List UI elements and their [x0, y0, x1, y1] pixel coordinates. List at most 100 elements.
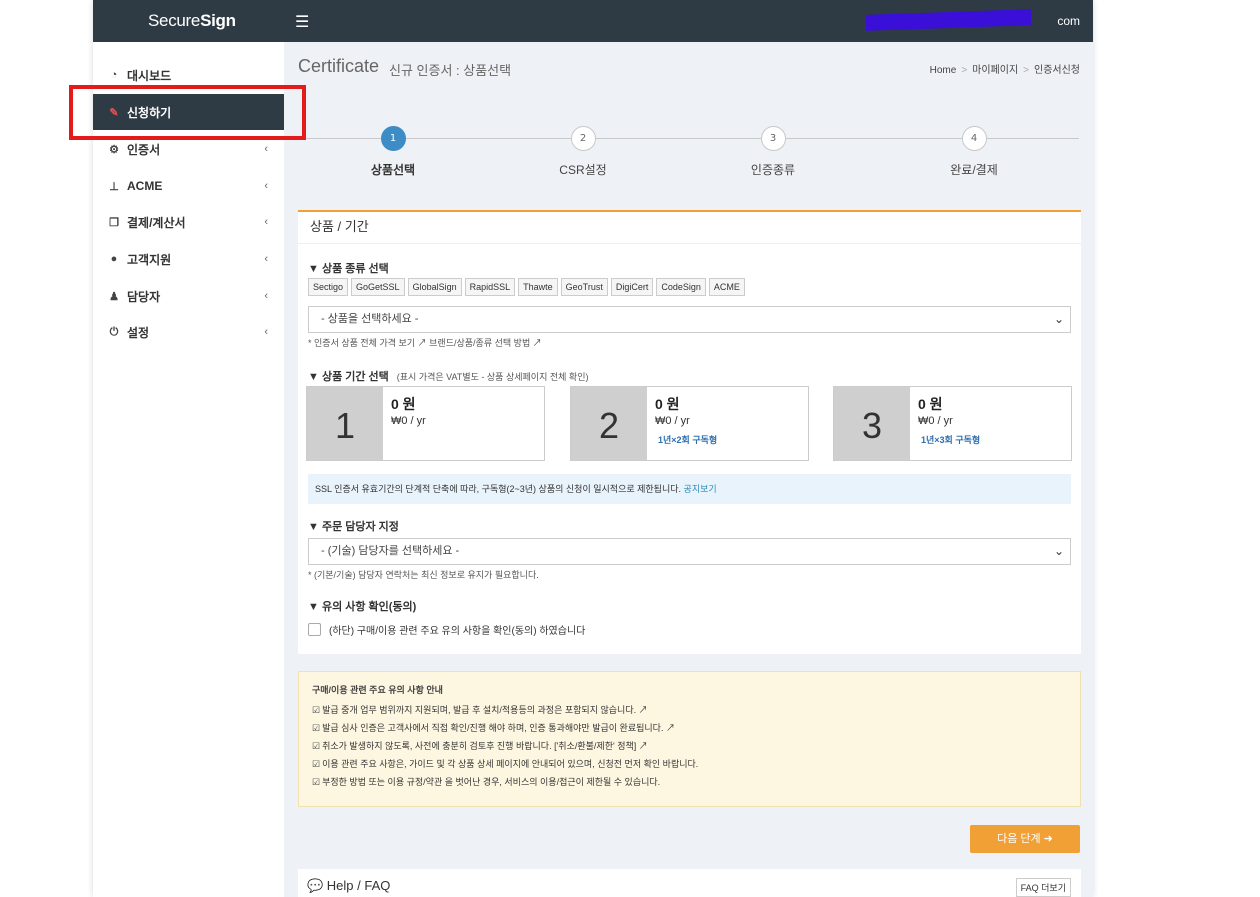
- chevron-down-icon: ⌄: [1053, 544, 1064, 558]
- cogs-icon: ⚙: [109, 143, 119, 156]
- top-bar: SecureSign ☰ com: [93, 0, 1093, 42]
- period-option-3[interactable]: 3 0 원 ₩0 / yr 1년×3회 구독형: [833, 386, 1072, 461]
- step-progress: 1 상품선택 2 CSR설정 3 인증종류 4 완료/결제: [298, 126, 1079, 186]
- price-list-link[interactable]: * 인증서 상품 전체 가격 보기: [308, 338, 415, 348]
- copy-icon: ❐: [109, 216, 119, 229]
- caution-item-text: 발급 중개 업무 범위까지 지원되며, 발급 후 설치/적용등의 과정은 포함되…: [322, 705, 637, 715]
- contact-select[interactable]: - (기술) 담당자를 선택하세요 - ⌄: [308, 538, 1071, 565]
- product-period-panel: 상품 / 기간 ▼ 상품 종류 선택 Sectigo GoGetSSL Glob…: [298, 210, 1081, 654]
- brand-globalsign-button[interactable]: GlobalSign: [407, 278, 462, 296]
- chevron-left-icon: ‹: [264, 253, 268, 265]
- sidebar-item-acme[interactable]: ⊥ ACME ‹: [93, 168, 284, 204]
- faq-more-button[interactable]: FAQ 더보기: [1015, 878, 1071, 897]
- users-icon: ♟: [109, 290, 119, 303]
- step-number: 3: [760, 126, 786, 151]
- sidebar-item-settings[interactable]: ⏻ 설정 ‹: [93, 314, 284, 350]
- contact-title: ▼ 주문 담당자 지정: [308, 521, 399, 533]
- caution-title: 구매/이용 관련 주요 유의 사항 안내: [312, 685, 443, 695]
- period-subscription: 1년×3회 구독형: [921, 435, 981, 445]
- breadcrumb-current: 인증서신청: [1034, 65, 1080, 76]
- next-step-button[interactable]: 다음 단계 ➜: [970, 825, 1080, 853]
- period-subscription: 1년×2회 구독형: [658, 435, 718, 445]
- step-number: 1: [380, 126, 406, 151]
- check-square-icon: ☑: [312, 723, 321, 733]
- agree-label[interactable]: (하단) 구매/이용 관련 주요 유의 사항을 확인(동의) 하였습니다: [329, 622, 585, 637]
- sidebar: ◔ 대시보드 ✎ 신청하기 ⚙ 인증서 ‹ ⊥ ACME ‹ ❐ 결제/계산서 …: [93, 42, 284, 897]
- sidebar-item-support[interactable]: ● 고객지원 ‹: [93, 241, 284, 277]
- check-square-icon: ☑: [312, 705, 321, 715]
- user-email[interactable]: com: [1057, 14, 1080, 28]
- caution-item: ☑ 취소가 발생하지 않도록, 사전에 충분히 검토후 진행 바랍니다. ['취소…: [312, 737, 1080, 755]
- period-number: 3: [834, 387, 910, 460]
- logo-text-bold: Sign: [200, 11, 236, 30]
- brand-acme-button[interactable]: ACME: [708, 278, 745, 296]
- notice-link[interactable]: 공지보기: [684, 484, 717, 494]
- comments-icon: ●: [110, 253, 118, 265]
- breadcrumb-home[interactable]: Home: [930, 65, 957, 76]
- page-subtitle: 신규 인증서 : 상품선택: [389, 63, 512, 78]
- period-price: 0 원: [655, 396, 680, 412]
- brand-digicert-button[interactable]: DigiCert: [610, 278, 654, 296]
- caution-item: ☑ 이용 관련 주요 사항은, 가이드 및 각 상품 상세 페이지에 안내되어 있…: [312, 755, 1080, 773]
- brand-gogetssl-button[interactable]: GoGetSSL: [351, 278, 405, 296]
- selection-guide-link[interactable]: 브랜드/상품/종류 선택 방법: [429, 338, 530, 348]
- product-hint: * 인증서 상품 전체 가격 보기 ↗ 브랜드/상품/종류 선택 방법 ↗: [308, 336, 542, 349]
- external-link-icon[interactable]: ↗: [639, 705, 648, 715]
- notice-text: SSL 인증서 유효기간의 단계적 단축에 따라, 구독형(2~3년) 상품의 …: [315, 484, 682, 494]
- chevron-left-icon: ‹: [264, 290, 268, 302]
- hamburger-icon[interactable]: ☰: [295, 12, 309, 31]
- caution-item-text: 발급 심사 인증은 고객사에서 직접 확인/진행 해야 하며, 인증 통과해야만…: [322, 723, 664, 733]
- brand-rapidssl-button[interactable]: RapidSSL: [464, 278, 516, 296]
- product-select-value: - 상품을 선택하세요 -: [321, 313, 419, 325]
- chevron-left-icon: ‹: [264, 143, 268, 155]
- external-link-icon[interactable]: ↗: [666, 723, 675, 733]
- subscription-notice: SSL 인증서 유효기간의 단계적 단축에 따라, 구독형(2~3년) 상품의 …: [308, 474, 1071, 504]
- main-content: Certificate 신규 인증서 : 상품선택 Home > 마이페이지 > 인증서…: [284, 42, 1093, 897]
- step-4: 4 완료/결제: [914, 126, 1034, 178]
- caution-item: ☑ 발급 중개 업무 범위까지 지원되며, 발급 후 설치/적용등의 과정은 포함…: [312, 701, 1080, 719]
- breadcrumb: Home > 마이페이지 > 인증서신청: [929, 65, 1080, 76]
- logo-text-light: Secure: [148, 11, 201, 30]
- product-select[interactable]: - 상품을 선택하세요 - ⌄: [308, 306, 1071, 333]
- step-2: 2 CSR설정: [523, 126, 643, 178]
- period-note: (표시 가격은 VAT별도 - 상품 상세페이지 전체 확인): [396, 372, 589, 382]
- caution-item-text: 부정한 방법 또는 이용 규정/약관 을 벗어난 경우, 서비스의 이용/접근이…: [322, 777, 661, 787]
- period-per-year: ₩0 / yr: [655, 415, 690, 427]
- brand-geotrust-button[interactable]: GeoTrust: [560, 278, 608, 296]
- help-faq-panel: 💬 Help / FAQ FAQ 더보기: [298, 869, 1081, 897]
- period-title-text: ▼ 상품 기간 선택: [308, 371, 389, 383]
- step-number: 4: [961, 126, 987, 151]
- logo[interactable]: SecureSign: [148, 11, 236, 31]
- brand-codesign-button[interactable]: CodeSign: [656, 278, 706, 296]
- agree-checkbox[interactable]: [308, 623, 321, 636]
- caution-item: ☑ 부정한 방법 또는 이용 규정/약관 을 벗어난 경우, 서비스의 이용/접근…: [312, 773, 1080, 791]
- brand-thawte-button[interactable]: Thawte: [518, 278, 558, 296]
- step-label: 인증종류: [750, 163, 796, 177]
- sidebar-item-label: 설정: [127, 325, 150, 340]
- external-link-icon: ↗: [532, 338, 542, 348]
- brand-sectigo-button[interactable]: Sectigo: [308, 278, 349, 296]
- period-option-1[interactable]: 1 0 원 ₩0 / yr: [306, 386, 545, 461]
- period-price: 0 원: [391, 396, 416, 412]
- step-number: 2: [570, 126, 596, 151]
- step-label: CSR설정: [559, 163, 607, 177]
- check-square-icon: ☑: [312, 759, 321, 769]
- sidebar-item-contacts[interactable]: ♟ 담당자 ‹: [93, 278, 284, 314]
- period-per-year: ₩0 / yr: [918, 415, 953, 427]
- agree-row[interactable]: (하단) 구매/이용 관련 주요 유의 사항을 확인(동의) 하였습니다: [308, 622, 585, 637]
- step-label: 상품선택: [370, 163, 416, 177]
- check-square-icon: ☑: [312, 777, 321, 787]
- sidebar-item-billing[interactable]: ❐ 결제/계산서 ‹: [93, 204, 284, 240]
- step-1: 1 상품선택: [333, 126, 453, 178]
- power-icon: ⏻: [109, 325, 119, 338]
- chevron-left-icon: ‹: [264, 180, 268, 192]
- help-title: 💬 Help / FAQ: [307, 878, 391, 893]
- period-price: 0 원: [918, 396, 943, 412]
- breadcrumb-mypage[interactable]: 마이페이지: [972, 65, 1018, 76]
- period-option-2[interactable]: 2 0 원 ₩0 / yr 1년×2회 구독형: [570, 386, 809, 461]
- panel-title: 상품 / 기간: [298, 212, 1081, 244]
- dashboard-icon: ◔: [110, 69, 118, 81]
- contact-hint: * (기본/기술) 담당자 연락처는 최신 정보로 유지가 필요합니다.: [308, 570, 539, 580]
- external-link-icon[interactable]: ↗: [639, 741, 648, 751]
- check-square-icon: ☑: [312, 741, 321, 751]
